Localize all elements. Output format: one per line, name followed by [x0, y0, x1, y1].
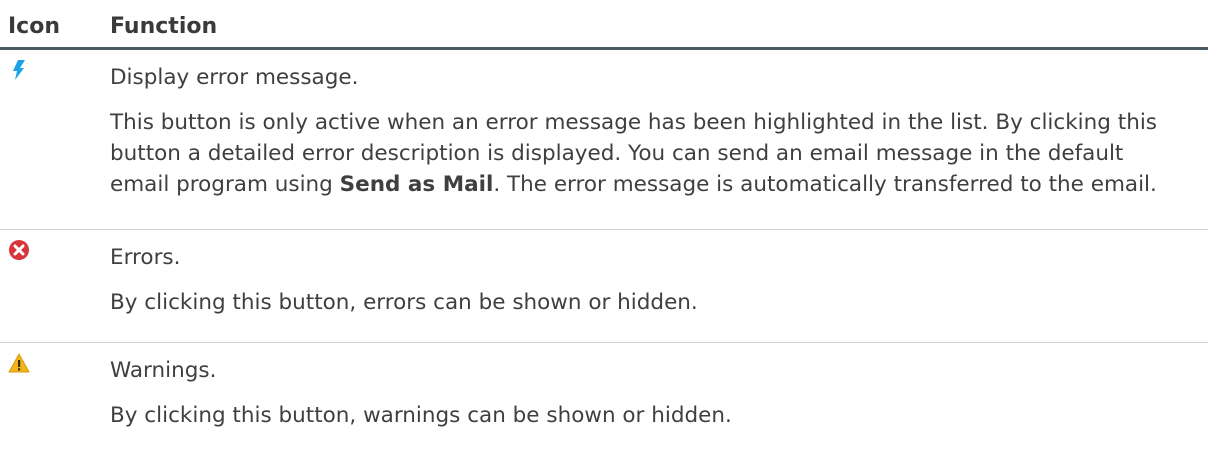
row-title: Errors. — [110, 245, 181, 270]
function-table: Icon Function Display error message. Thi… — [0, 0, 1208, 450]
error-circle-icon — [9, 240, 29, 260]
table-header: Icon Function — [0, 0, 1208, 50]
send-as-mail-label: Send as Mail — [339, 172, 494, 197]
row-title: Display error message. — [110, 65, 359, 90]
row-description: By clicking this button, warnings can be… — [110, 403, 732, 428]
warning-triangle-icon — [8, 353, 30, 373]
table-row-display-error: Display error message. This button is on… — [0, 50, 1208, 230]
header-icon-col: Icon — [8, 14, 61, 39]
row-title: Warnings. — [110, 358, 217, 383]
table-row-warnings: Warnings. By clicking this button, warni… — [0, 343, 1208, 450]
row-description: By clicking this button, errors can be s… — [110, 290, 698, 315]
header-function-col: Function — [110, 14, 218, 39]
lightning-bolt-icon — [13, 60, 25, 80]
row-description: This button is only active when an error… — [110, 110, 1157, 197]
table-row-errors: Errors. By clicking this button, errors … — [0, 230, 1208, 343]
